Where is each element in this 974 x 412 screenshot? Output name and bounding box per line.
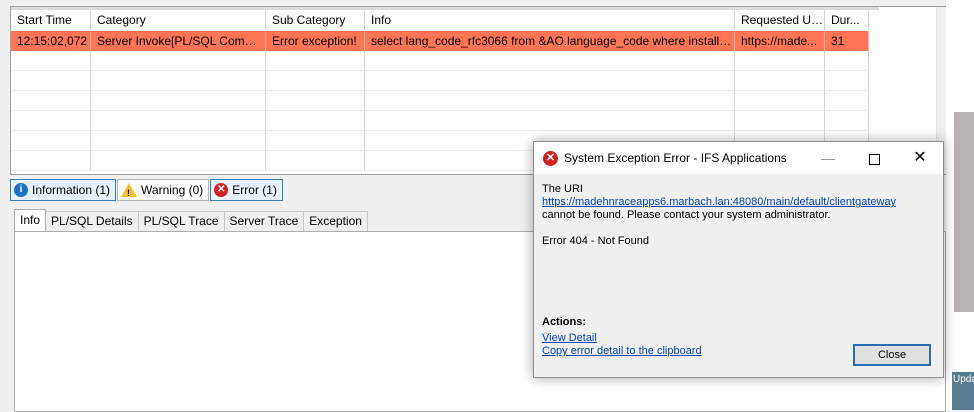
severity-filter-bar: i Information (1) ! Warning (0) ✕ Error …: [10, 179, 284, 201]
tab-exception[interactable]: Exception: [303, 211, 368, 231]
error-code: Error 404 - Not Found: [542, 235, 649, 247]
not-found-message: cannot be found. Please contact your sys…: [542, 209, 831, 221]
table-row-empty: [11, 111, 869, 131]
tab-plsql-details[interactable]: PL/SQL Details: [45, 211, 139, 231]
cell-info: select lang_code_rfc3066 from &AO.langua…: [365, 31, 735, 51]
uri-label: The URI: [542, 183, 583, 195]
close-button[interactable]: Close: [853, 344, 931, 366]
col-sub-category[interactable]: Sub Category: [266, 10, 365, 30]
detail-tabs: Info PL/SQL Details PL/SQL Trace Server …: [14, 209, 368, 231]
close-window-button[interactable]: ✕: [897, 142, 943, 174]
table-row-error[interactable]: 12:15:02,072 Server Invoke[PL/SQL Comman…: [11, 31, 869, 51]
dialog-body: The URI https://madehnraceapps6.marbach.…: [534, 174, 943, 377]
cell-start-time: 12:15:02,072: [11, 31, 91, 51]
grid-header-row: Start Time Category Sub Category Info Re…: [11, 10, 869, 30]
tab-server-trace[interactable]: Server Trace: [223, 211, 305, 231]
system-exception-dialog: ✕ System Exception Error - IFS Applicati…: [533, 141, 944, 378]
information-filter-label: Information (1): [32, 183, 111, 197]
error-icon: ✕: [543, 151, 558, 166]
warning-filter-label: Warning (0): [141, 183, 204, 197]
warning-icon: !: [121, 183, 138, 198]
maximize-icon: [868, 153, 880, 165]
col-start-time[interactable]: Start Time: [11, 10, 91, 30]
table-row-empty: [11, 71, 869, 91]
background-thumbnail: [954, 112, 974, 312]
col-category[interactable]: Category: [91, 10, 266, 30]
maximize-button[interactable]: [851, 142, 897, 174]
error-filter-button[interactable]: ✕ Error (1): [210, 179, 283, 201]
col-info[interactable]: Info: [365, 10, 735, 30]
dialog-title: System Exception Error - IFS Application…: [564, 151, 787, 165]
cell-requested-url: https://made...: [735, 31, 825, 51]
error-filter-label: Error (1): [232, 183, 277, 197]
col-requested-url[interactable]: Requested URL: [735, 10, 825, 30]
cell-duration: 31: [825, 31, 869, 51]
actions-label: Actions:: [542, 316, 586, 328]
minimize-button[interactable]: —: [805, 142, 851, 174]
dialog-title-bar[interactable]: ✕ System Exception Error - IFS Applicati…: [534, 142, 943, 174]
information-icon: i: [14, 183, 28, 197]
uri-link[interactable]: https://madehnraceapps6.marbach.lan:4808…: [542, 196, 896, 208]
tab-info[interactable]: Info: [14, 209, 47, 231]
error-icon: ✕: [214, 183, 229, 197]
copy-error-detail-link[interactable]: Copy error detail to the clipboard: [542, 345, 702, 357]
information-filter-button[interactable]: i Information (1): [10, 179, 117, 201]
table-row-empty: [11, 91, 869, 111]
background-update-tile: Upda: [952, 372, 974, 410]
cell-sub-category: Error exception!: [266, 31, 365, 51]
tab-plsql-trace[interactable]: PL/SQL Trace: [137, 211, 225, 231]
view-detail-link[interactable]: View Detail: [542, 332, 597, 344]
cell-category: Server Invoke[PL/SQL Command]: [91, 31, 266, 51]
col-duration[interactable]: Dur...: [825, 10, 869, 30]
table-row-empty: [11, 51, 869, 71]
warning-filter-button[interactable]: ! Warning (0): [117, 179, 210, 201]
